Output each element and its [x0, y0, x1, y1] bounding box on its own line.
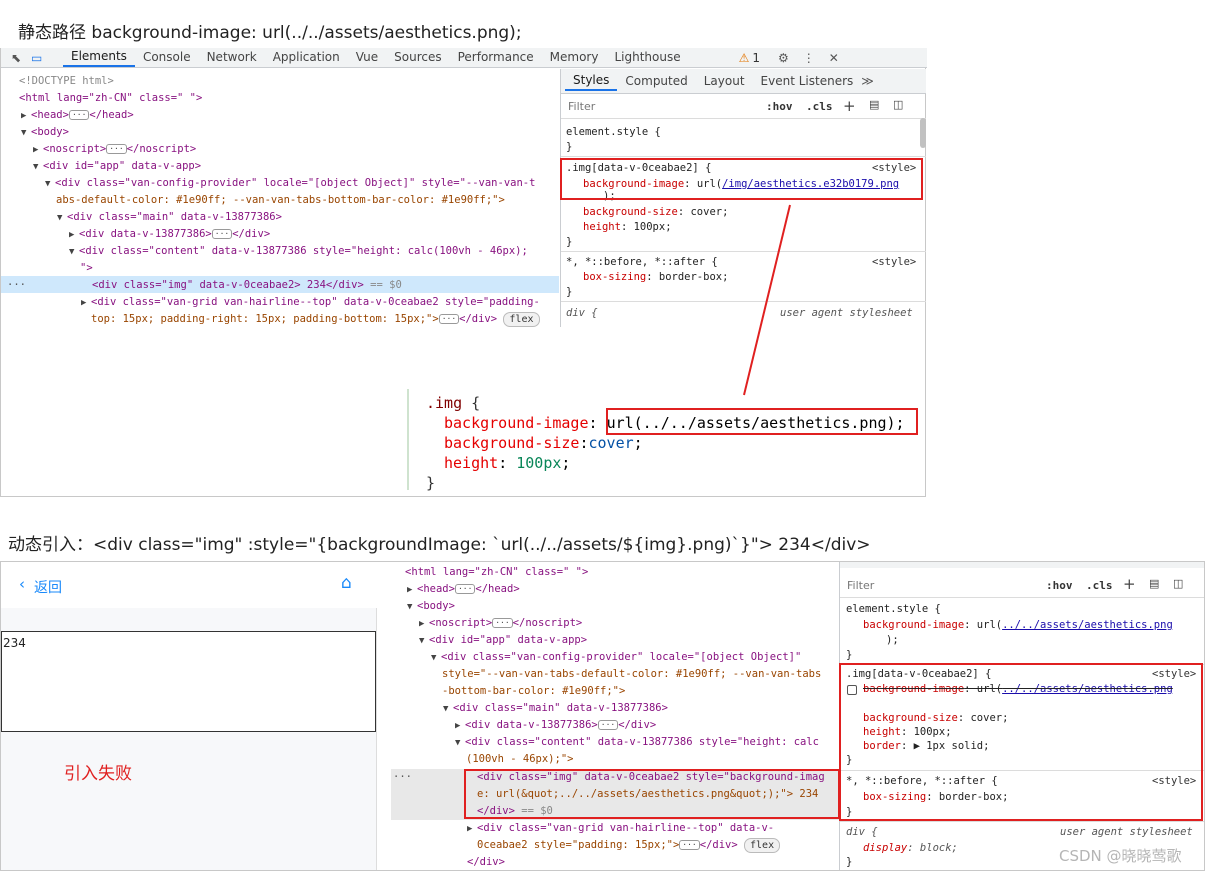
- b-cls-toggle[interactable]: .cls: [1086, 579, 1113, 592]
- b-hov-toggle[interactable]: :hov: [1046, 579, 1073, 592]
- b-row-dots-icon: ···: [393, 771, 412, 783]
- b-dom-line-div[interactable]: ▶ <div data-v-13877386> ··· </div>: [455, 717, 656, 735]
- connector-line: [743, 204, 791, 396]
- b-user-agent-label: user agent stylesheet: [1060, 826, 1193, 838]
- b-dom-line-noscript[interactable]: ▶ <noscript> ··· </noscript>: [419, 615, 582, 633]
- b-dom-line-head[interactable]: ▶ <head> ··· </head>: [407, 581, 520, 599]
- back-chevron-icon[interactable]: ‹: [19, 575, 25, 593]
- b-dom-line-config-provider[interactable]: ▼ <div class="van-config-provider" locale…: [431, 649, 801, 667]
- b-flex-badge[interactable]: flex: [744, 838, 781, 853]
- b-es-bg-decl[interactable]: background-image: url(../../assets/aesth…: [863, 618, 1173, 633]
- dynamic-import-caption: 动态引入：<div class="img" :style="{backgroun…: [8, 535, 871, 555]
- b-filter-bar: Filter :hov .cls + ▤ ◫: [840, 572, 1204, 598]
- b-dom-line-van-grid[interactable]: ▶ <div class="van-grid van-hairline--top"…: [467, 820, 774, 838]
- import-failed-label: 引入失败: [64, 764, 132, 784]
- b-dom-line-app[interactable]: ▼ <div id="app" data-v-app>: [419, 632, 587, 650]
- img-div-text: 234: [3, 636, 26, 650]
- b-dom-line-html[interactable]: <html lang="zh-CN" class=" ">: [405, 564, 588, 581]
- b-sidebar-toggle-icon[interactable]: ◫: [1173, 577, 1183, 590]
- b-highlight-box-styles: [839, 663, 1203, 821]
- b-element-style-rule: element.style {: [846, 603, 941, 615]
- home-icon[interactable]: ⌂: [341, 573, 352, 593]
- b-paint-icon[interactable]: ▤: [1149, 577, 1159, 590]
- b-display-decl: display: block;: [863, 842, 958, 854]
- bottom-screenshot-frame: ‹ 返回 ⌂ 234 引入失败 <html lang="zh-CN" class…: [0, 561, 1205, 871]
- app-preview: ‹ 返回 ⌂ 234 引入失败: [1, 562, 377, 870]
- b-dom-line-main[interactable]: ▼ <div class="main" data-v-13877386>: [443, 700, 668, 718]
- csdn-watermark: CSDN @晓晓莺歌: [1059, 847, 1182, 865]
- b-new-rule-icon[interactable]: +: [1123, 575, 1136, 593]
- img-div: 234: [1, 631, 376, 732]
- nav-bar: ‹ 返回 ⌂: [1, 562, 377, 608]
- dom-tree-panel-bottom: <html lang="zh-CN" class=" "> ▶ <head> ···…: [391, 562, 839, 870]
- b-highlight-box-dom: [464, 769, 840, 819]
- b-dom-line-content[interactable]: ▼ <div class="content" data-v-13877386 st…: [455, 734, 819, 752]
- b-filter-input[interactable]: Filter: [847, 579, 874, 592]
- b-dom-line-body[interactable]: ▼ <body>: [407, 598, 455, 616]
- b-div-rule-selector: div {: [846, 826, 878, 838]
- back-button[interactable]: 返回: [34, 577, 62, 597]
